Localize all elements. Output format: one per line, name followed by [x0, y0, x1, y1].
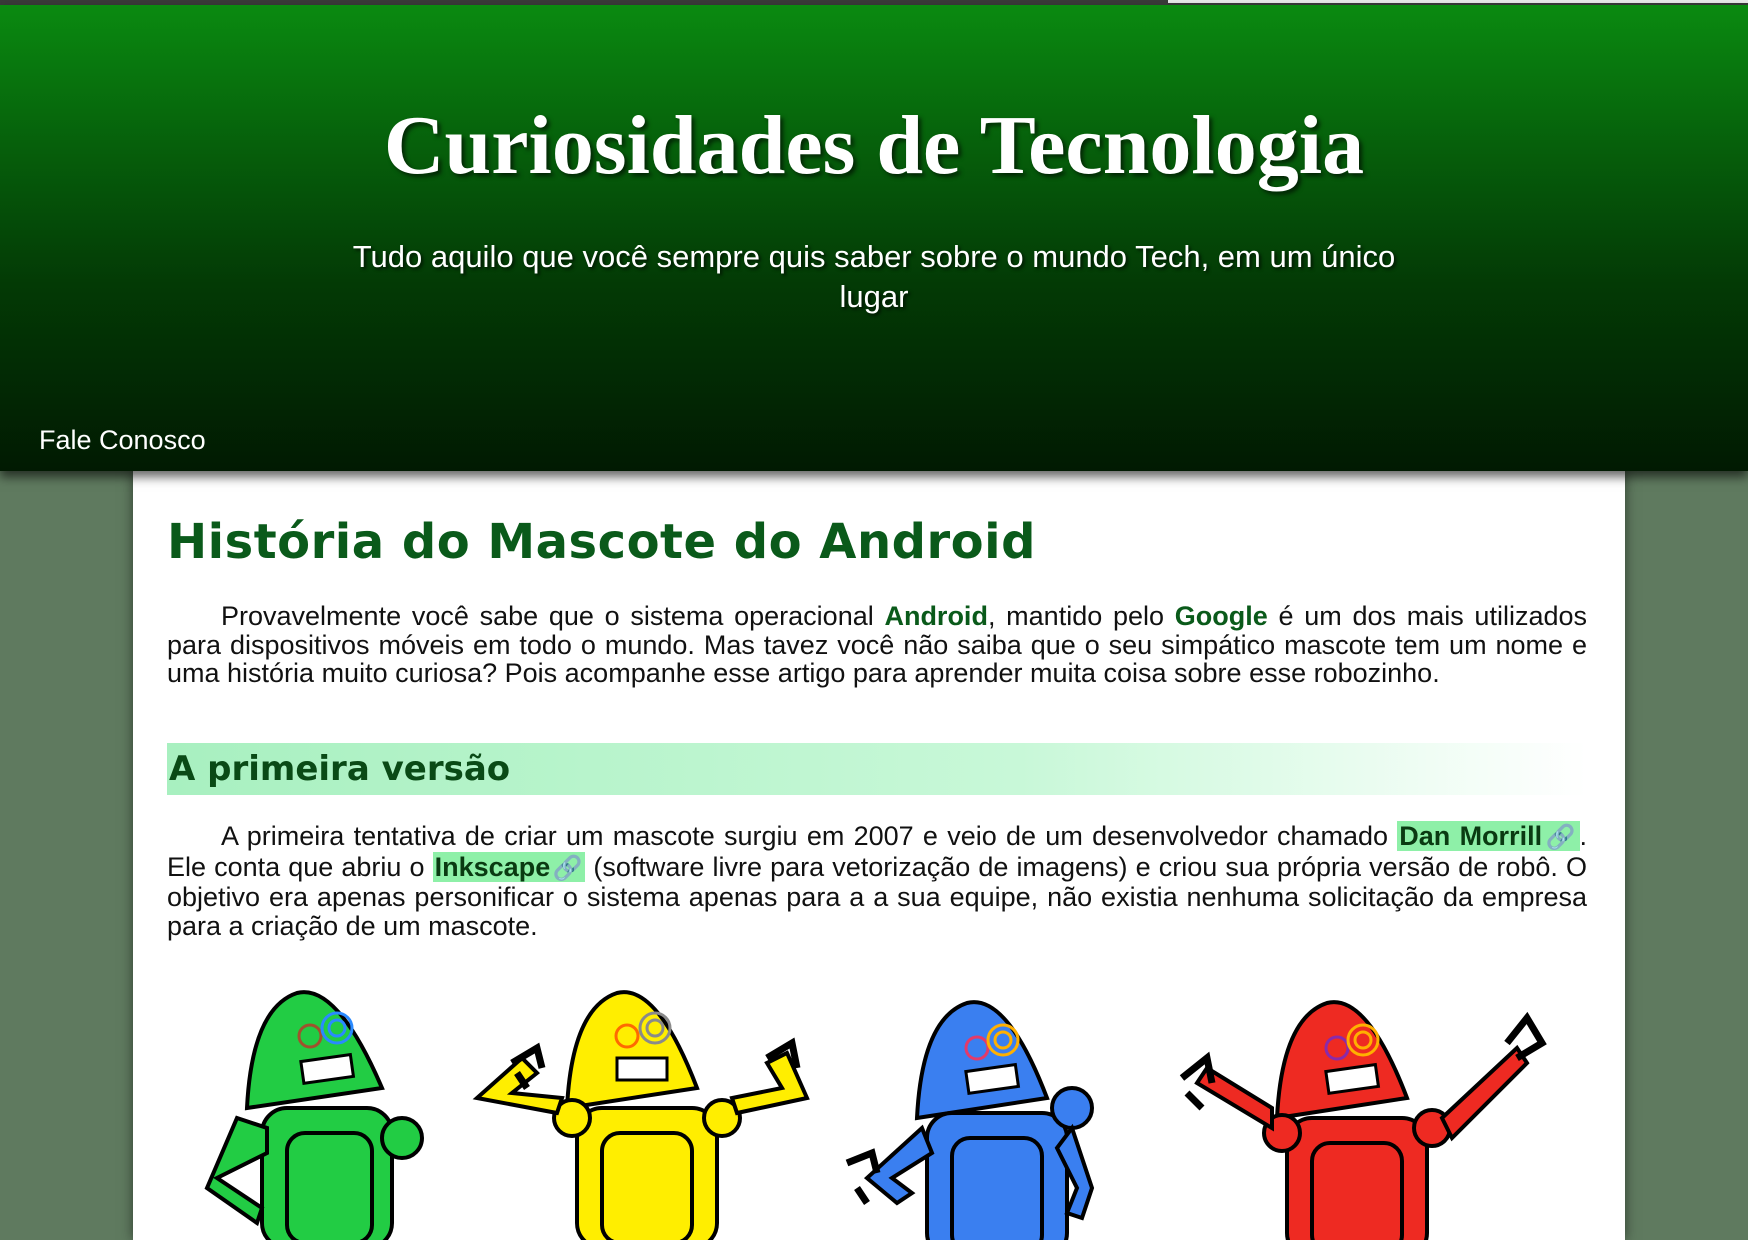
- link-dan-morrill-label: Dan Morrill: [1399, 821, 1543, 851]
- external-link-icon: 🔗: [552, 854, 584, 882]
- site-title: Curiosidades de Tecnologia: [383, 99, 1365, 192]
- site-subtitle: Tudo aquilo que você sempre quis saber s…: [352, 239, 1396, 314]
- robot-blue: [845, 1000, 1095, 1240]
- section-title: A primeira versão: [167, 743, 1587, 795]
- nav-link-contact[interactable]: Fale Conosco: [39, 425, 206, 456]
- browser-scroll-indicator: [1168, 0, 1748, 3]
- section-text-1: A primeira tentativa de criar um mascote…: [221, 821, 1398, 851]
- link-inkscape[interactable]: Inkscape🔗: [432, 851, 586, 882]
- robot-yellow: [472, 990, 810, 1240]
- robots-illustration: [204, 990, 1547, 1240]
- article-container: História do Mascote do Android Provavelm…: [133, 468, 1625, 1240]
- robot-red: [1179, 1000, 1547, 1240]
- site-header: Curiosidades de Tecnologia Tudo aquilo q…: [0, 5, 1748, 471]
- article-title: História do Mascote do Android: [167, 514, 1036, 570]
- robot-mascots-image: [167, 978, 1587, 1240]
- link-inkscape-label: Inkscape: [434, 851, 551, 882]
- external-link-icon: 🔗: [1544, 824, 1578, 851]
- section-paragraph: A primeira tentativa de criar um mascote…: [167, 821, 1587, 940]
- intro-paragraph: Provavelmente você sabe que o sistema op…: [167, 602, 1587, 688]
- keyword-google: Google: [1174, 601, 1268, 631]
- keyword-android: Android: [884, 601, 988, 631]
- intro-text-2: , mantido pelo: [987, 601, 1175, 631]
- intro-text-1: Provavelmente você sabe que o sistema op…: [221, 601, 885, 631]
- link-dan-morrill[interactable]: Dan Morrill🔗: [1397, 821, 1580, 851]
- robot-green: [204, 990, 424, 1240]
